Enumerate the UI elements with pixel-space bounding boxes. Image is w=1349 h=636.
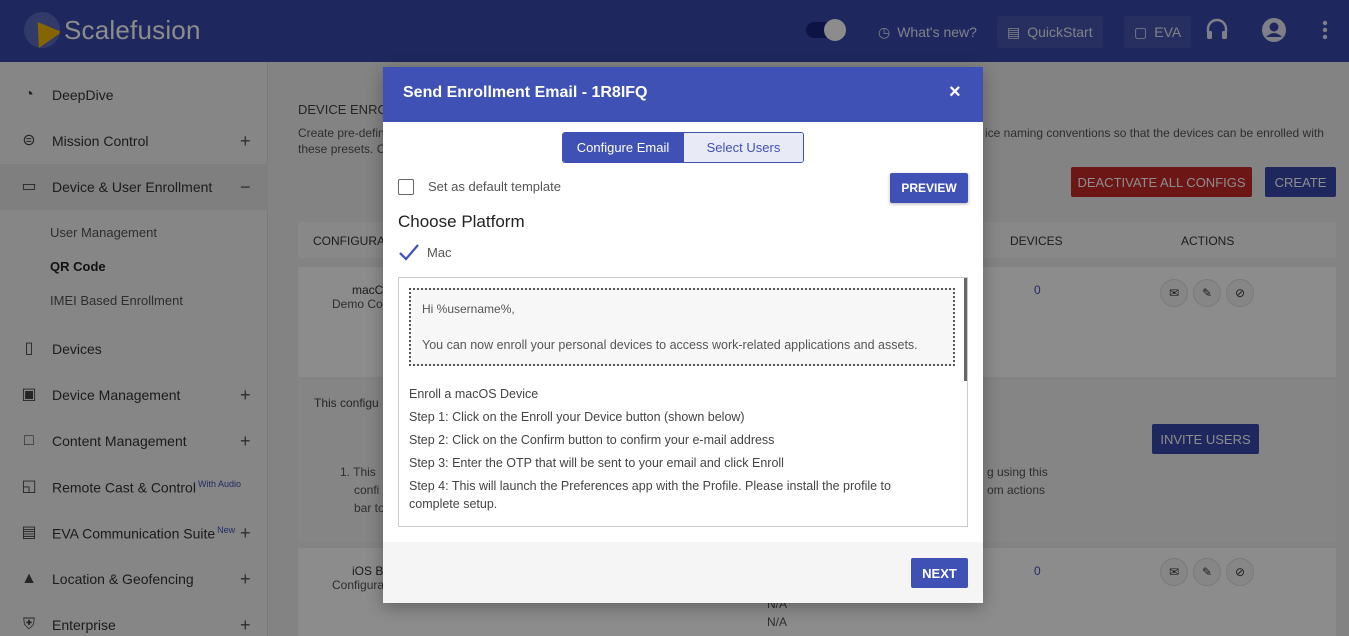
checkmark-icon[interactable] — [398, 242, 420, 265]
default-template-checkbox[interactable] — [398, 179, 414, 195]
email-line: Step 4: This will launch the Preferences… — [409, 479, 891, 493]
email-line: Step 2: Click on the Confirm button to c… — [409, 433, 775, 447]
email-line: complete setup. — [409, 497, 498, 511]
email-line: Enroll a macOS Device — [409, 387, 539, 401]
platform-mac-label: Mac — [427, 245, 452, 260]
preview-button[interactable]: PREVIEW — [890, 173, 968, 203]
email-line: Step 1: Click on the Enroll your Device … — [409, 410, 745, 424]
dialog-footer: NEXT — [383, 542, 983, 603]
editor-scrollbar[interactable] — [964, 278, 967, 381]
enrollment-email-dialog: Send Enrollment Email - 1R8IFQ × Configu… — [383, 67, 983, 603]
greeting-block: Hi %username%, You can now enroll your p… — [409, 288, 955, 366]
email-body-editor[interactable]: Hi %username%, You can now enroll your p… — [398, 277, 968, 527]
dialog-header: Send Enrollment Email - 1R8IFQ × — [383, 67, 983, 122]
next-button[interactable]: NEXT — [911, 558, 968, 588]
email-tabs: Configure Email Select Users — [562, 132, 804, 163]
default-template-label: Set as default template — [428, 179, 561, 194]
email-line: Step 3: Enter the OTP that will be sent … — [409, 456, 784, 470]
dialog-title: Send Enrollment Email - 1R8IFQ — [403, 84, 648, 101]
choose-platform-heading: Choose Platform — [398, 212, 525, 231]
close-icon[interactable]: × — [949, 81, 961, 104]
tab-configure-email[interactable]: Configure Email — [563, 133, 683, 162]
greeting-body: You can now enroll your personal devices… — [422, 338, 918, 352]
greeting-line: Hi %username%, — [422, 302, 515, 316]
tab-select-users[interactable]: Select Users — [683, 133, 803, 162]
